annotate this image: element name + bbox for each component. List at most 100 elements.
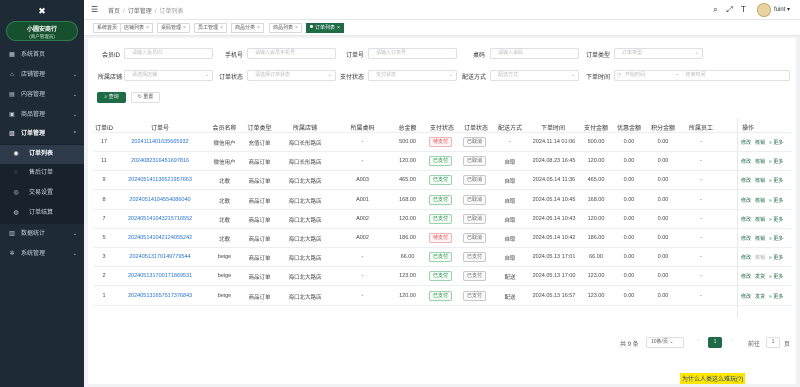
sidebar-item-stats[interactable]: ▥ 数据统计 ⌄: [0, 225, 84, 244]
member-id-input[interactable]: 请输入会员ID: [124, 48, 213, 59]
sidebar-item-after-sale[interactable]: ◌ 售后订单: [0, 164, 84, 183]
tag-goods-list[interactable]: 商品列表 ×: [269, 23, 302, 33]
total-amount: 168.00: [399, 196, 416, 203]
delivery-select[interactable]: 配送方式 ⌄: [490, 70, 579, 81]
more-action[interactable]: » 更多: [769, 294, 783, 300]
paid-amount: 500.00: [587, 139, 605, 145]
sidebar-item-orders[interactable]: ▧ 订单管理 ⌃: [0, 125, 84, 144]
table-row: 5 2024051410421240552​42 北歌 商品订单 海口北大路店 A002 1…: [94, 229, 792, 248]
sidebar-item-store[interactable]: ⌂ 店铺管理 ⌄: [0, 66, 84, 85]
next-page-icon[interactable]: ›: [726, 337, 738, 348]
more-action[interactable]: » 更多: [769, 198, 783, 204]
order-time: 2024.05.14 10:43: [532, 215, 576, 222]
font-size-icon[interactable]: T: [739, 5, 748, 14]
breadcrumb: 首页 / 订单管理 / 订单列表: [108, 9, 184, 15]
order-no-input[interactable]: 请输入订单号: [368, 48, 457, 59]
order-no-link[interactable]: 2024051317001718695​31: [128, 273, 192, 279]
tag-label: 店铺列表: [124, 25, 145, 31]
more-action[interactable]: » 更多: [769, 178, 783, 184]
close-icon[interactable]: ×: [337, 25, 340, 31]
menu-toggle-icon[interactable]: ☰: [91, 5, 98, 14]
prev-page-icon[interactable]: ‹: [692, 337, 704, 348]
sidebar-item-order-list[interactable]: ◉ 订单列表: [0, 145, 84, 164]
edit-action[interactable]: 修改: [741, 159, 751, 165]
close-icon[interactable]: ×: [257, 25, 260, 31]
more-action[interactable]: » 更多: [769, 255, 783, 261]
order-no-link[interactable]: 2024051316575173768​43: [128, 293, 192, 299]
search-icon[interactable]: ⌕: [711, 5, 720, 14]
edit-action[interactable]: 修改: [741, 294, 751, 300]
close-icon[interactable]: ×: [295, 25, 298, 31]
verify-action[interactable]: 核销: [755, 236, 765, 242]
store-select[interactable]: 请选择店铺 ⌄: [124, 70, 213, 81]
more-action[interactable]: » 更多: [769, 140, 783, 146]
tag-order-list[interactable]: 订单列表 ×: [306, 23, 344, 33]
edit-action[interactable]: 修改: [741, 140, 751, 146]
pay-status-select[interactable]: 支付状态 ⌄: [368, 70, 457, 81]
verify-action[interactable]: 核销: [755, 255, 765, 261]
order-type: 商品订单: [248, 294, 271, 301]
order-no-link[interactable]: 2024051410421240552​42: [128, 235, 192, 241]
more-action[interactable]: » 更多: [769, 217, 783, 223]
phone-input[interactable]: 请输入会员手机号: [247, 48, 336, 59]
order-no-link[interactable]: 2024051410455408604​0: [128, 197, 192, 203]
edit-action[interactable]: 修改: [741, 236, 751, 242]
delivery-method: -: [509, 139, 511, 145]
order-no-link[interactable]: 2024051411365219576​63: [128, 177, 192, 183]
order-status-select[interactable]: 请选择订单状态 ⌄: [247, 70, 336, 81]
edit-action[interactable]: 修改: [741, 274, 751, 280]
tag-label: 系统首页: [97, 25, 118, 31]
table-code-input[interactable]: 请输入桌码: [490, 48, 579, 59]
verify-action[interactable]: 核销: [755, 178, 765, 184]
order-no-link[interactable]: 2024051317014977954​4: [128, 254, 192, 260]
avatar[interactable]: [757, 3, 771, 17]
tag-table-code[interactable]: 桌码管理 ×: [157, 23, 190, 33]
sidebar-item-goods[interactable]: ▣ 商品管理 ⌄: [0, 106, 84, 125]
tag-store-list[interactable]: 店铺列表 ×: [120, 23, 153, 33]
edit-action[interactable]: 修改: [741, 255, 751, 261]
edit-action[interactable]: 修改: [741, 178, 751, 184]
sidebar-item-system[interactable]: ✲ 系统管理 ⌄: [0, 245, 84, 264]
edit-action[interactable]: 修改: [741, 217, 751, 223]
brand-badge[interactable]: 小圆安商行 (商户管理员): [6, 21, 78, 41]
order-no-link[interactable]: 2024051410432157165​52: [128, 216, 192, 222]
pay-status-badge: 待支付: [429, 233, 453, 243]
fullscreen-icon[interactable]: ⤢: [725, 5, 734, 14]
reset-button[interactable]: ↻ 重置: [131, 92, 160, 103]
end-time-placeholder[interactable]: 结束时间: [685, 72, 705, 78]
table-row: 7 2024051410432157165​52 北歌 商品订单 海口北大路店 A002 1…: [94, 210, 792, 229]
sidebar-item-content[interactable]: ▤ 内容管理 ⌄: [0, 86, 84, 105]
goto-page-input[interactable]: 1: [766, 337, 780, 348]
start-time-placeholder[interactable]: 开始时间: [625, 72, 645, 78]
sidebar-item-home[interactable]: ▦ 系统首页: [0, 46, 84, 65]
page-size-select[interactable]: 10条/页 ⌄: [646, 337, 684, 348]
close-icon[interactable]: ×: [220, 25, 223, 31]
close-icon[interactable]: ×: [183, 25, 186, 31]
tag-staff[interactable]: 员工管理 ×: [194, 23, 227, 33]
username[interactable]: fuint ▾: [774, 6, 790, 13]
order-no-link[interactable]: 2024111401635665932: [128, 139, 192, 145]
tag-goods-category[interactable]: 商品分类 ×: [231, 23, 264, 33]
discount-amount: 0.00: [623, 177, 635, 184]
more-action[interactable]: » 更多: [769, 159, 783, 165]
search-button[interactable]: ⌕ 查询: [97, 92, 126, 103]
more-action[interactable]: » 更多: [769, 274, 783, 280]
sidebar-item-trade-settings[interactable]: ◎ 交易设置: [0, 184, 84, 203]
verify-action[interactable]: 发货: [755, 274, 765, 280]
page-number-current[interactable]: 1: [708, 337, 722, 348]
more-action[interactable]: » 更多: [769, 236, 783, 242]
close-icon[interactable]: ×: [146, 25, 149, 31]
verify-action[interactable]: 核销: [755, 217, 765, 223]
verify-action[interactable]: 核销: [755, 140, 765, 146]
verify-action[interactable]: 核销: [755, 159, 765, 165]
order-no-link[interactable]: 2024082316451697816: [128, 158, 192, 164]
order-time-range[interactable]: ◷ 开始时间 - 结束时间: [614, 70, 790, 81]
verify-action[interactable]: 核销: [755, 198, 765, 204]
sidebar-item-settlement[interactable]: ◍ 订单结算: [0, 204, 84, 223]
discount-amount: 0.00: [623, 254, 635, 261]
verify-action[interactable]: 发货: [755, 294, 765, 300]
breadcrumb-home[interactable]: 首页: [108, 9, 120, 15]
order-type-select[interactable]: 订单类型 ⌄: [614, 48, 703, 59]
tag-home[interactable]: 系统首页: [93, 23, 122, 33]
edit-action[interactable]: 修改: [741, 198, 751, 204]
